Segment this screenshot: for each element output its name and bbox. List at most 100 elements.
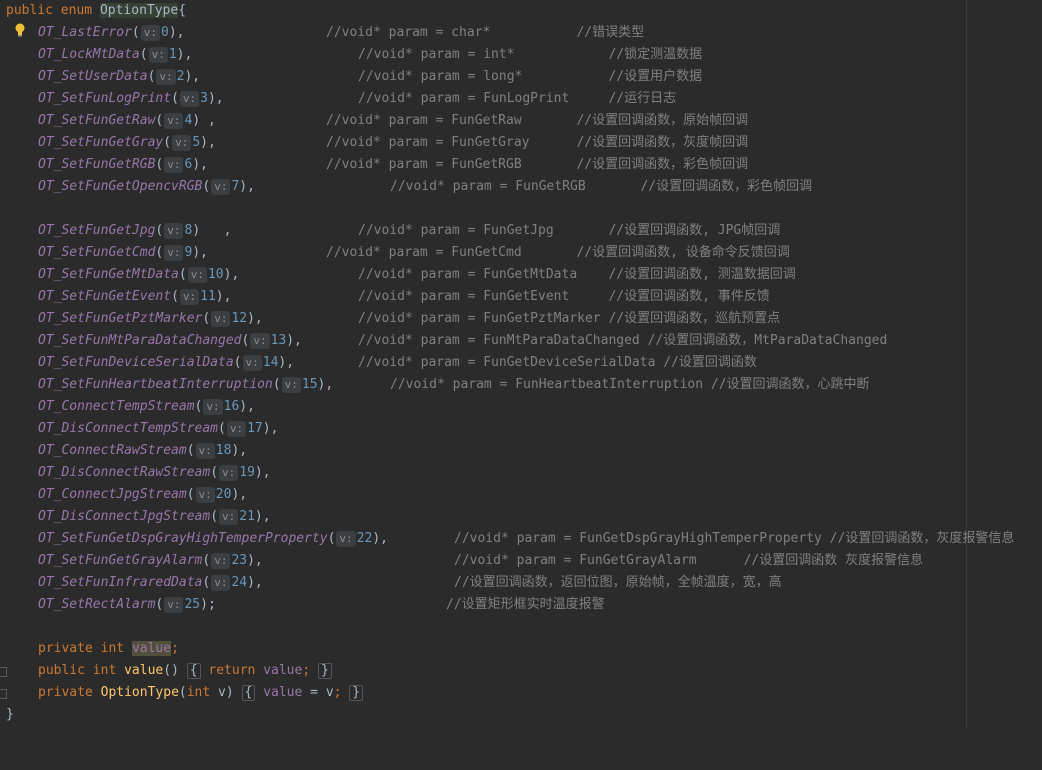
open-paren: (	[131, 25, 140, 40]
keyword-int: int	[186, 685, 211, 700]
param-v: v	[218, 685, 226, 700]
parameter-hint-badge: v:	[250, 333, 270, 349]
folded-body-open[interactable]: {	[186, 663, 201, 679]
inline-comment: //void* param = FunGetDspGrayHighTemperP…	[454, 531, 1015, 546]
parameter-hint-badge: v:	[148, 47, 168, 63]
entry-terminator: ),	[215, 289, 232, 304]
entry-terminator: ),	[176, 47, 193, 62]
inline-comment: //void* param = FunGetEvent //设置回调函数, 事件…	[358, 289, 770, 304]
enum-constant-name: OT_SetRectAlarm	[38, 597, 156, 612]
enum-constant-name: OT_SetFunGetOpencvRGB	[38, 179, 203, 194]
keyword-public: public	[6, 3, 53, 18]
enum-constant-name: OT_SetFunLogPrint	[38, 91, 172, 106]
parameter-hint-badge: v:	[156, 69, 176, 85]
enum-constant-name: OT_SetFunGetPztMarker	[38, 311, 203, 326]
keyword-private: private	[38, 685, 93, 700]
enum-class-name: OptionType	[99, 3, 179, 18]
parameter-hint-badge: v:	[140, 25, 160, 41]
close-paren: )	[225, 685, 234, 700]
code-editor[interactable]: public enum OptionType{ OT_LastError(v: 0…	[0, 0, 1042, 727]
enum-constant-name: OT_SetFunGetCmd	[38, 245, 156, 260]
inline-comment: //void* param = FunLogPrint //运行日志	[358, 91, 677, 106]
semicolon: ;	[171, 641, 179, 656]
keyword-return: return	[208, 663, 256, 678]
field-value-ref: value	[263, 685, 303, 700]
parameter-hint-badge: v:	[211, 179, 231, 195]
inline-comment: //void* param = char* //错误类型	[326, 25, 645, 40]
enum-value-number: 17	[247, 421, 263, 436]
parameter-hint-badge: v:	[187, 267, 207, 283]
inline-comment: //void* param = FunMtParaDataChanged //设…	[358, 333, 888, 348]
field-declaration-line[interactable]: private int value;	[0, 638, 179, 660]
enum-value-number: 19	[239, 465, 255, 480]
parameter-hint-badge: v:	[242, 355, 262, 371]
enum-constant-name: OT_SetFunMtParaDataChanged	[38, 333, 242, 348]
enum-value-number: 24	[231, 575, 248, 590]
open-paren: (	[202, 179, 211, 194]
fold-marker-icon[interactable]	[0, 689, 7, 699]
entry-terminator: ),	[247, 311, 263, 326]
inline-comment: //void* param = FunGetMtData //设置回调函数, 测…	[358, 267, 796, 282]
open-paren: (	[178, 267, 187, 282]
enum-value-number: 23	[231, 553, 248, 568]
enum-value-number: 18	[215, 443, 232, 458]
entry-terminator: ),	[254, 465, 271, 480]
fold-marker-icon[interactable]	[0, 667, 7, 677]
open-paren: (	[155, 113, 164, 128]
enum-constant-name: OT_DisConnectJpgStream	[38, 509, 211, 524]
inline-comment: //void* param = FunGetCmd //设置回调函数, 设备命令…	[326, 245, 790, 260]
open-paren: (	[241, 333, 250, 348]
entry-terminator: ),	[254, 509, 271, 524]
inline-comment: //void* param = FunGetGray //设置回调函数，灰度帧回…	[326, 135, 749, 150]
inline-comment: //void* param = FunGetJpg //设置回调函数, JPG帧…	[358, 223, 781, 238]
folded-body-close[interactable]: }	[317, 663, 332, 679]
keyword-public: public	[38, 663, 85, 678]
constructor-name: OptionType	[100, 685, 179, 700]
open-paren: (	[178, 685, 187, 700]
enum-constant-name: OT_SetUserData	[38, 69, 148, 84]
entry-terminator: ) ,	[192, 223, 232, 238]
enum-value-number: 22	[356, 531, 373, 546]
entry-terminator: ),	[207, 91, 224, 106]
enum-constant-name: OT_SetFunGetDspGrayHighTemperProperty	[38, 531, 328, 546]
parameter-hint-badge: v:	[211, 311, 231, 327]
enum-value-number: 21	[239, 509, 255, 524]
keyword-private: private	[38, 641, 93, 656]
open-paren: (	[171, 289, 179, 304]
closing-brace-line[interactable]: }	[0, 704, 31, 726]
field-value: value	[131, 641, 172, 656]
parameter-hint-badge: v:	[164, 223, 184, 239]
open-paren: (	[194, 399, 203, 414]
enum-header-line[interactable]: public enum OptionType{	[0, 0, 186, 22]
folded-body-open[interactable]: {	[241, 685, 256, 701]
open-paren: (	[327, 531, 336, 546]
inline-comment: //void* param = FunGetDeviceSerialData /…	[358, 355, 757, 370]
open-paren: (	[218, 421, 226, 436]
open-paren: (	[210, 509, 219, 524]
inline-comment: //设置矩形框实时温度报警	[446, 597, 605, 612]
enum-constant-name: OT_SetFunGetRGB	[38, 157, 156, 172]
enum-constant-name: OT_SetFunGetJpg	[38, 223, 156, 238]
entry-terminator: ),	[231, 443, 248, 458]
enum-value-number: 15	[301, 377, 318, 392]
parameter-hint-badge: v:	[195, 443, 215, 459]
open-paren: (	[147, 69, 156, 84]
open-paren: (	[202, 575, 211, 590]
parameter-hint-badge: v:	[164, 245, 184, 261]
inline-comment: //void* param = FunHeartbeatInterruption…	[390, 377, 870, 392]
entry-terminator: ),	[317, 377, 334, 392]
open-paren: (	[233, 355, 242, 370]
entry-terminator: );	[200, 597, 216, 612]
enum-constant-name: OT_SetFunGetEvent	[38, 289, 172, 304]
enum-value-number: 13	[270, 333, 287, 348]
enum-constant-name: OT_SetFunGetGrayAlarm	[38, 553, 203, 568]
closing-brace: }	[6, 707, 14, 722]
folded-body-close[interactable]: }	[349, 685, 364, 701]
entry-terminator: ),	[192, 157, 208, 172]
keyword-int: int	[92, 663, 117, 678]
entry-terminator: ),	[231, 487, 248, 502]
enum-constant-name: OT_SetFunHeartbeatInterruption	[38, 377, 273, 392]
parameter-hint-badge: v:	[164, 113, 184, 129]
enum-constant-name: OT_SetFunDeviceSerialData	[38, 355, 234, 370]
parameter-hint-badge: v:	[195, 487, 215, 503]
